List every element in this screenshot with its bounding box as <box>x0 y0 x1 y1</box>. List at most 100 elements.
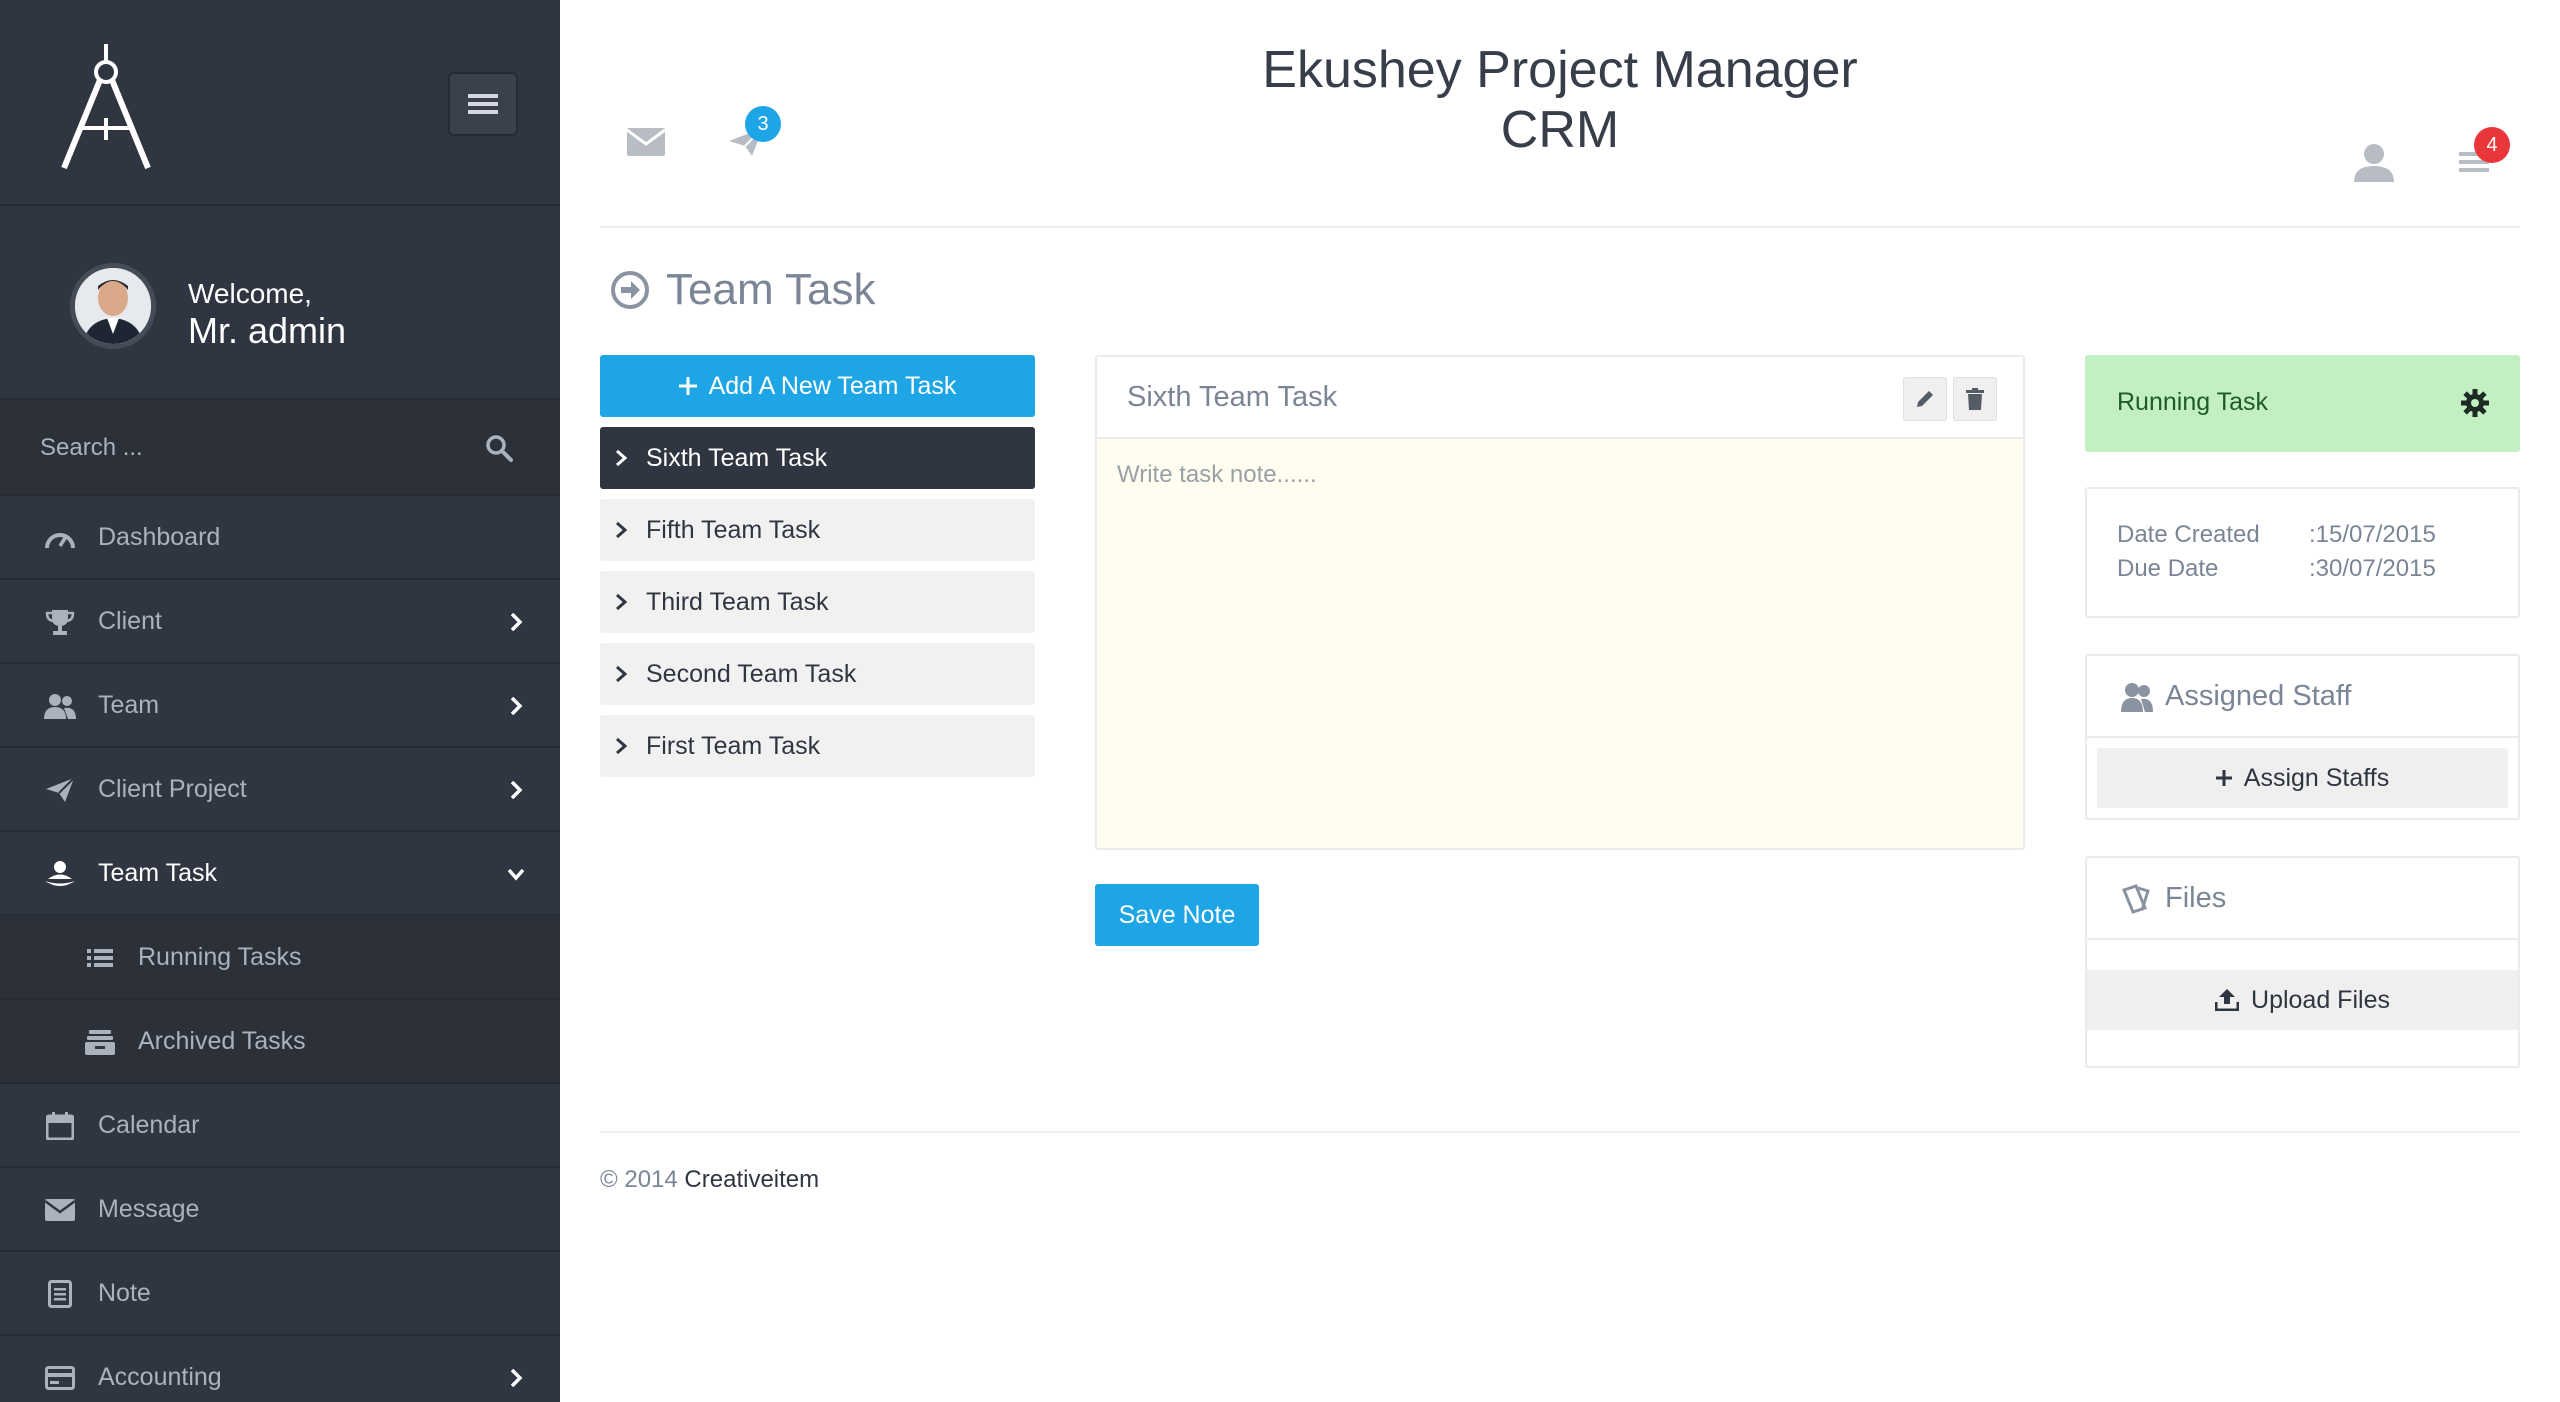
sidebar-item-label: Client Project <box>98 774 247 803</box>
page-header: Team Task <box>610 265 876 315</box>
trash-icon <box>1966 388 1984 410</box>
sidebar-item-label: Running Tasks <box>138 942 302 971</box>
task-note-header: Sixth Team Task <box>1097 357 2023 439</box>
add-team-task-button[interactable]: Add A New Team Task <box>600 355 1035 417</box>
chevron-right-icon <box>616 449 628 467</box>
hamburger-icon <box>468 94 498 114</box>
task-list-item-label: Sixth Team Task <box>646 443 828 472</box>
sidebar-item-accounting[interactable]: Accounting <box>0 1336 560 1402</box>
sidebar-item-team-task[interactable]: Team Task <box>0 832 560 916</box>
credit-card-icon <box>44 1364 76 1392</box>
user-menu-button[interactable] <box>2352 142 2396 182</box>
messages-button[interactable] <box>624 122 668 162</box>
sidebar-item-label: Note <box>98 1278 151 1307</box>
calendar-icon <box>44 1112 76 1140</box>
user-photo-icon <box>75 268 151 344</box>
plus-icon <box>2215 770 2232 786</box>
envelope-icon <box>627 128 665 156</box>
task-note-textarea[interactable] <box>1097 439 2023 848</box>
header-divider <box>600 226 2520 228</box>
delete-task-button[interactable] <box>1953 377 1997 421</box>
sidebar-item-dashboard[interactable]: Dashboard <box>0 496 560 580</box>
chevron-right-icon <box>616 593 628 611</box>
sidebar-item-message[interactable]: Message <box>0 1168 560 1252</box>
compass-logo-icon[interactable] <box>58 40 154 170</box>
edit-task-button[interactable] <box>1903 377 1947 421</box>
gauge-icon <box>44 524 76 552</box>
archive-icon <box>84 1028 116 1056</box>
envelope-icon <box>44 1196 76 1224</box>
due-date-row: Due Date:30/07/2015 <box>2117 555 2436 583</box>
assigned-staff-title: Assigned Staff <box>2165 680 2352 712</box>
files-icon <box>2122 884 2150 914</box>
files-title: Files <box>2165 882 2227 914</box>
files-header: Files <box>2087 858 2518 940</box>
sidebar-item-label: Dashboard <box>98 522 221 551</box>
date-created-label: Date Created <box>2117 521 2260 548</box>
sidebar-item-label: Client <box>98 606 162 635</box>
footer-copyright: © 2014 <box>600 1166 678 1193</box>
task-list-item-label: Third Team Task <box>646 587 829 616</box>
task-dates-panel: Date Created:15/07/2015 Due Date:30/07/2… <box>2085 487 2520 618</box>
app-title: Ekushey Project Manager CRM <box>1262 41 1858 159</box>
search-input[interactable] <box>40 430 440 466</box>
task-note-panel: Sixth Team Task <box>1095 355 2025 850</box>
date-created-colon: : <box>2309 521 2316 548</box>
sidebar-item-label: Team Task <box>98 858 218 887</box>
task-list-item-label: Second Team Task <box>646 659 857 688</box>
sidebar-item-team[interactable]: Team <box>0 664 560 748</box>
sidebar-item-running-tasks[interactable]: Running Tasks <box>0 916 560 1000</box>
page-title: Team Task <box>666 265 876 314</box>
assign-staffs-button[interactable]: Assign Staffs <box>2097 748 2508 808</box>
welcome-text: Welcome, <box>188 278 312 309</box>
assign-staffs-label: Assign Staffs <box>2243 763 2390 792</box>
sidebar-item-label: Archived Tasks <box>138 1026 306 1055</box>
task-list-item[interactable]: Fifth Team Task <box>600 499 1035 561</box>
task-list-item[interactable]: Third Team Task <box>600 571 1035 633</box>
user-icon <box>2354 144 2394 182</box>
task-list-item[interactable]: First Team Task <box>600 715 1035 777</box>
menu-badge: 4 <box>2474 127 2510 163</box>
task-list-item-label: Fifth Team Task <box>646 515 821 544</box>
upload-files-label: Upload Files <box>2251 985 2390 1014</box>
assigned-staff-panel: Assigned Staff Assign Staffs <box>2085 654 2520 820</box>
task-list-item[interactable]: Sixth Team Task <box>600 427 1035 489</box>
plus-icon <box>678 377 697 395</box>
user-name: Mr. admin <box>188 310 347 351</box>
due-date-colon: : <box>2309 555 2316 582</box>
sidebar-item-label: Calendar <box>98 1110 200 1139</box>
chevron-right-icon <box>510 1368 523 1388</box>
footer-brand-link[interactable]: Creativeitem <box>684 1166 819 1193</box>
sidebar-item-client-project[interactable]: Client Project <box>0 748 560 832</box>
sidebar-toggle-button[interactable] <box>448 72 518 136</box>
chevron-down-icon <box>507 868 525 881</box>
footer-divider <box>600 1131 2520 1133</box>
chevron-right-icon <box>510 696 523 716</box>
list-icon <box>84 944 116 972</box>
pencil-icon <box>1917 391 1933 407</box>
upload-files-button[interactable]: Upload Files <box>2087 970 2518 1030</box>
sidebar-item-client[interactable]: Client <box>0 580 560 664</box>
gear-icon[interactable] <box>2460 388 2490 418</box>
status-badge: Running Task <box>2117 388 2269 416</box>
sidebar-item-label: Team <box>98 690 160 719</box>
trophy-icon <box>44 608 76 636</box>
sidebar-item-label: Accounting <box>98 1362 222 1391</box>
sidebar-item-label: Message <box>98 1194 200 1223</box>
chevron-right-icon <box>616 521 628 539</box>
chevron-right-icon <box>510 612 523 632</box>
sidebar-item-note[interactable]: Note <box>0 1252 560 1336</box>
chevron-right-icon <box>616 665 628 683</box>
sidebar-item-archived-tasks[interactable]: Archived Tasks <box>0 1000 560 1084</box>
due-date-label: Due Date <box>2117 555 2219 582</box>
date-created-value: 15/07/2015 <box>2315 521 2436 548</box>
team-task-icon <box>44 860 76 888</box>
sidebar: Welcome, Mr. admin Dashboard Client Team <box>0 0 560 1402</box>
assigned-staff-header: Assigned Staff <box>2087 656 2518 738</box>
avatar[interactable] <box>70 263 156 349</box>
search-icon[interactable] <box>484 433 514 463</box>
sidebar-item-calendar[interactable]: Calendar <box>0 1084 560 1168</box>
due-date-value: 30/07/2015 <box>2315 555 2436 582</box>
save-note-button[interactable]: Save Note <box>1095 884 1259 946</box>
task-list-item[interactable]: Second Team Task <box>600 643 1035 705</box>
